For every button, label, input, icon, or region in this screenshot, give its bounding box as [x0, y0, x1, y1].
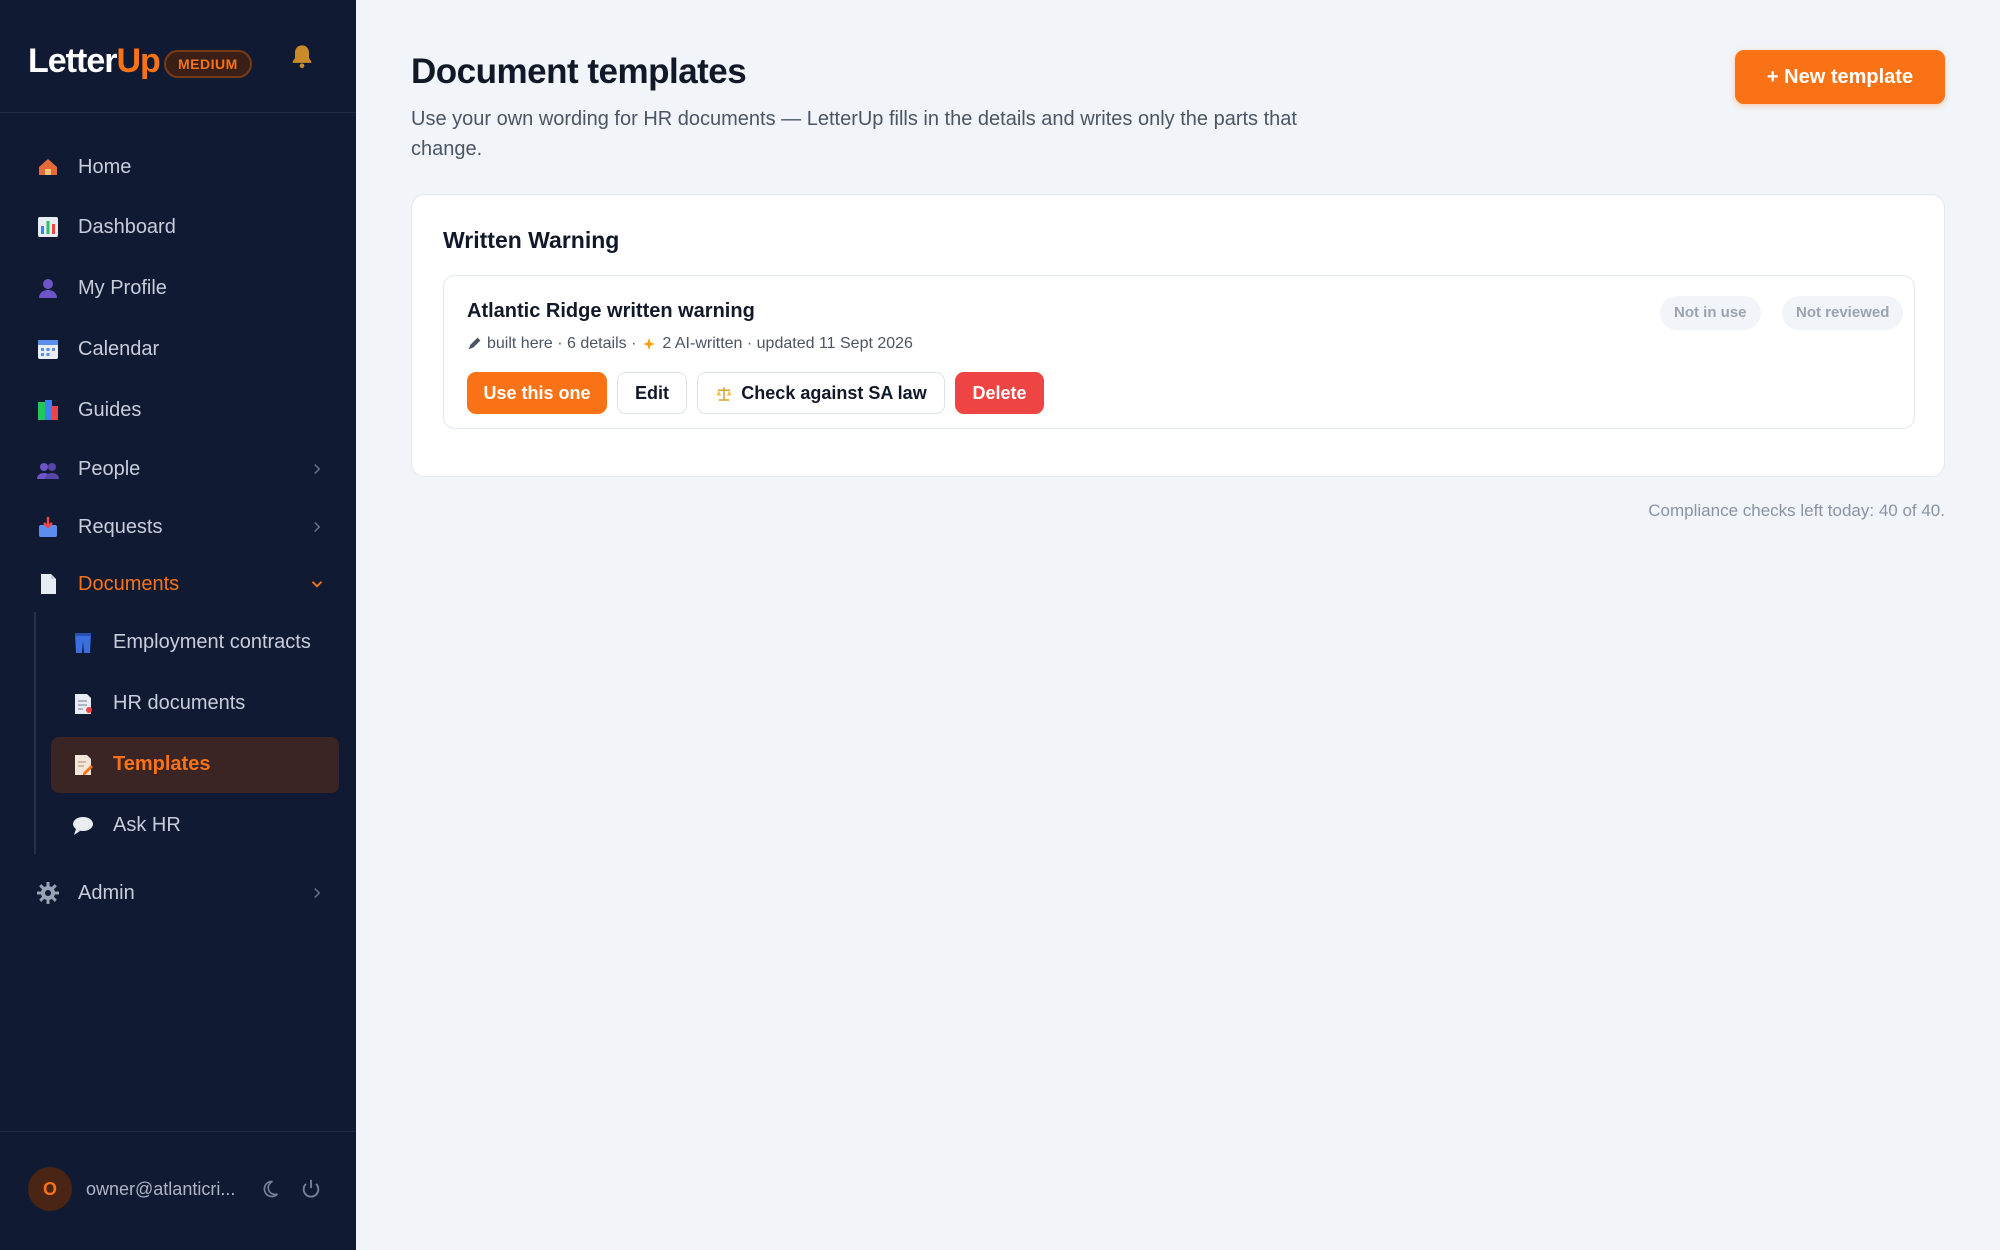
- sidebar-item-ask-hr[interactable]: Ask HR: [51, 798, 339, 854]
- document-icon: [75, 694, 92, 714]
- nav-item-requests[interactable]: Requests: [0, 502, 356, 552]
- avatar[interactable]: O: [28, 1167, 72, 1211]
- scales-icon: [716, 387, 732, 401]
- nav-item-guides[interactable]: Guides: [0, 385, 356, 435]
- app-logo[interactable]: LetterUp: [28, 42, 161, 81]
- sidebar-item-templates[interactable]: Templates: [51, 737, 339, 793]
- gear-icon: [37, 882, 59, 904]
- people-icon: [37, 463, 59, 479]
- page-description: Use your own wording for HR documents — …: [411, 108, 1297, 160]
- pencil-icon: [468, 337, 481, 350]
- delete-template-button[interactable]: Delete: [955, 372, 1044, 414]
- speech-bubble-icon: [73, 817, 93, 835]
- section-title: Written Warning: [443, 227, 620, 253]
- nav-item-calendar[interactable]: Calendar: [0, 324, 356, 374]
- person-icon: [39, 279, 57, 298]
- status-badge-usage: Not in use: [1660, 296, 1761, 330]
- power-icon[interactable]: [300, 1178, 322, 1200]
- sidebar-item-hr-documents[interactable]: HR documents: [51, 676, 339, 732]
- jeans-icon: [75, 633, 91, 653]
- chevron-right-icon: [314, 887, 321, 899]
- chevron-right-icon: [314, 521, 321, 533]
- user-email: owner@atlanticri...: [86, 1179, 236, 1199]
- books-icon: [38, 400, 58, 420]
- check-law-button[interactable]: Check against SA law: [697, 372, 945, 414]
- nav-item-admin[interactable]: Admin: [0, 868, 356, 918]
- sidebar-item-employment-contracts[interactable]: Employment contracts: [51, 615, 339, 671]
- plan-badge: MEDIUM: [164, 50, 252, 78]
- compliance-quota: Compliance checks left today: 40 of 40.: [1648, 501, 1945, 520]
- moon-icon[interactable]: [260, 1179, 280, 1199]
- submenu-guide-line: [34, 612, 36, 854]
- page-title: Document templates: [411, 52, 747, 91]
- template-card: Atlantic Ridge written warning built her…: [443, 275, 1915, 429]
- use-template-button[interactable]: Use this one: [467, 372, 607, 414]
- nav-item-people[interactable]: People: [0, 444, 356, 494]
- sidebar: LetterUp MEDIUM Home Dashboard My Profil…: [0, 0, 356, 1250]
- chevron-right-icon: [314, 463, 321, 475]
- nav-item-my-profile[interactable]: My Profile: [0, 263, 356, 313]
- edit-template-button[interactable]: Edit: [617, 372, 687, 414]
- user-bar: O owner@atlanticri...: [0, 1131, 356, 1250]
- inbox-icon: [39, 517, 57, 537]
- bell-icon[interactable]: [288, 42, 316, 72]
- nav-item-home[interactable]: Home: [0, 142, 356, 192]
- chevron-down-icon: [311, 581, 323, 588]
- template-name: Atlantic Ridge written warning: [467, 300, 755, 322]
- house-icon: [39, 159, 57, 175]
- sparkle-icon: [643, 338, 656, 350]
- nav-item-documents[interactable]: Documents: [0, 559, 356, 609]
- nav-item-dashboard[interactable]: Dashboard: [0, 202, 356, 252]
- brand-header: LetterUp MEDIUM: [0, 0, 356, 113]
- calendar-icon: [38, 340, 58, 359]
- template-group-card: Written Warning Atlantic Ridge written w…: [411, 194, 1945, 477]
- bar-chart-icon: [38, 217, 58, 237]
- page-icon: [41, 574, 56, 594]
- template-meta: built here · 6 details · 2 AI-written · …: [467, 335, 913, 353]
- memo-icon: [75, 755, 93, 775]
- status-badge-review: Not reviewed: [1782, 296, 1904, 330]
- new-template-button[interactable]: + New template: [1735, 50, 1945, 104]
